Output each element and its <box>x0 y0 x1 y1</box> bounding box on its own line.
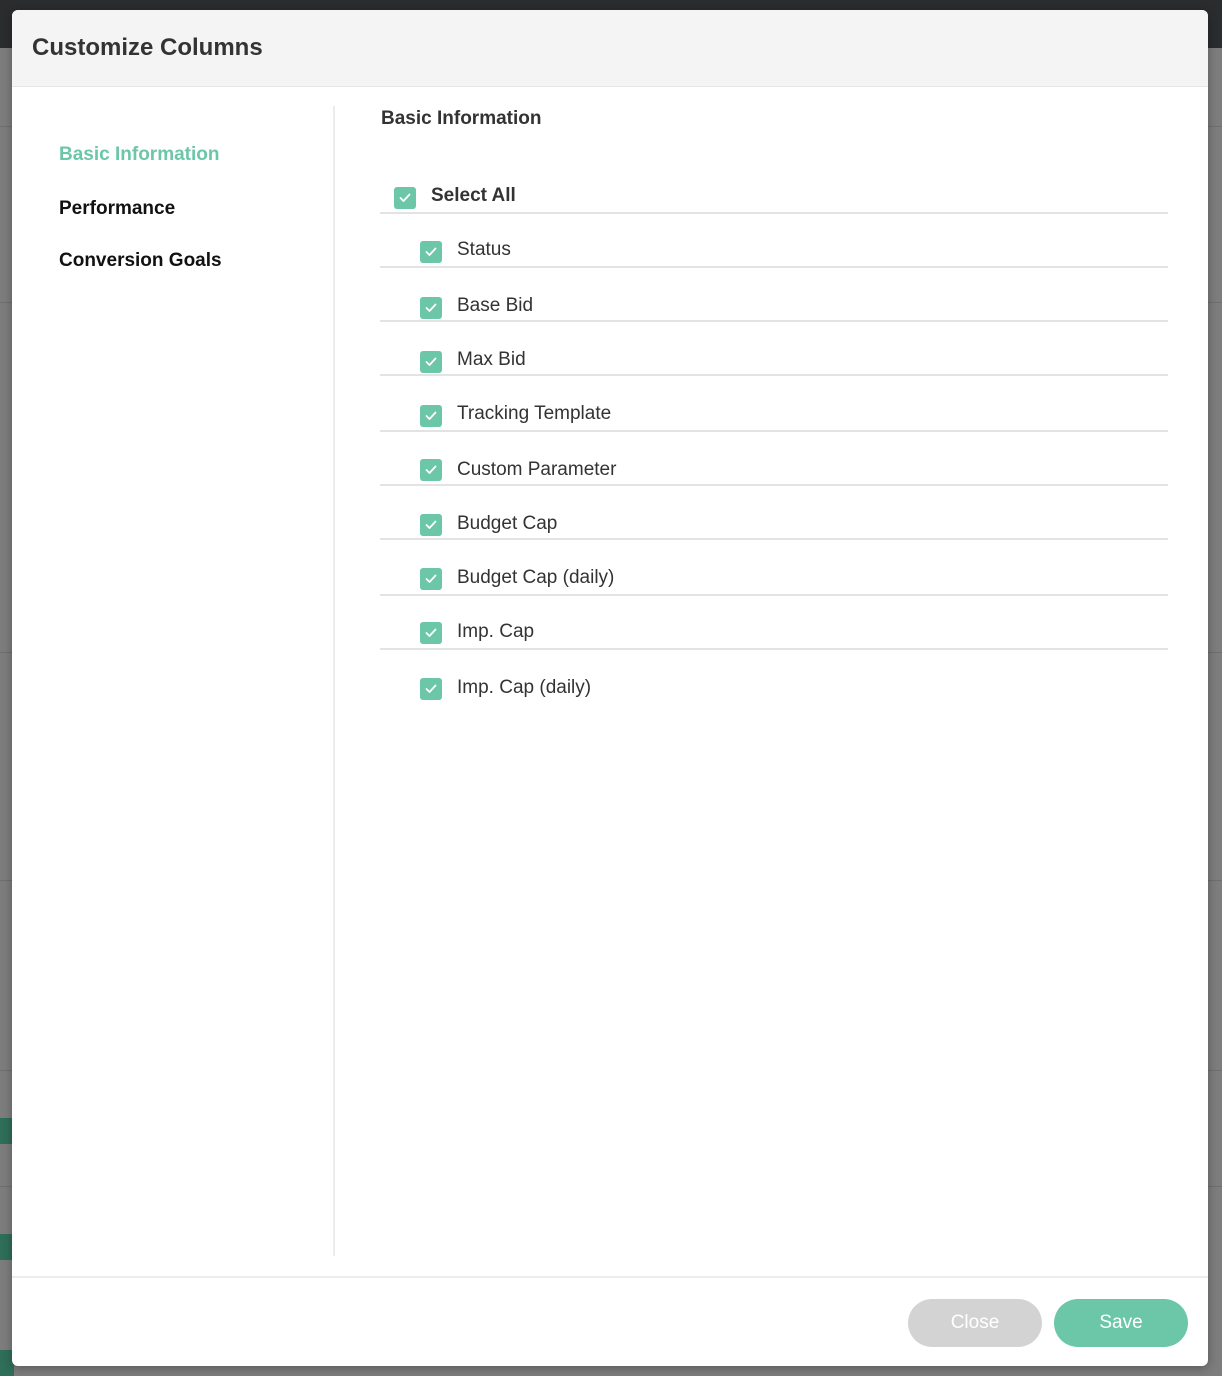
budget-cap-daily-checkbox[interactable] <box>420 568 442 590</box>
column-option-label: Tracking Template <box>457 403 612 424</box>
category-sidebar: Basic Information Performance Conversion… <box>12 106 335 1256</box>
status-checkbox[interactable] <box>420 241 442 263</box>
base-bid-checkbox[interactable] <box>420 297 442 319</box>
modal-title: Customize Columns <box>32 34 263 61</box>
save-button[interactable]: Save <box>1054 1299 1188 1347</box>
check-icon <box>399 193 411 202</box>
check-icon <box>425 684 437 693</box>
imp-cap-daily-checkbox[interactable] <box>420 678 442 700</box>
check-icon <box>425 303 437 312</box>
check-icon <box>425 574 437 583</box>
check-icon <box>425 628 437 637</box>
customize-columns-modal: Customize Columns Basic Information Perf… <box>12 10 1208 1366</box>
sidebar-item-conversion-goals[interactable]: Conversion Goals <box>59 250 222 272</box>
column-option-label: Imp. Cap <box>457 621 535 642</box>
column-option-label: Status <box>457 239 511 260</box>
column-option-budget-cap[interactable]: Budget Cap <box>380 484 1168 540</box>
column-option-label: Base Bid <box>457 295 534 316</box>
select-all-checkbox[interactable] <box>394 187 416 209</box>
column-option-budget-cap-daily[interactable]: Budget Cap (daily) <box>380 540 1168 596</box>
check-icon <box>425 357 437 366</box>
select-all-label: Select All <box>431 185 516 206</box>
sidebar-item-basic-information[interactable]: Basic Information <box>59 144 219 166</box>
modal-footer: Close Save <box>12 1276 1208 1366</box>
column-option-label: Max Bid <box>457 349 526 370</box>
column-option-base-bid[interactable]: Base Bid <box>380 266 1168 322</box>
check-icon <box>425 411 437 420</box>
budget-cap-checkbox[interactable] <box>420 514 442 536</box>
close-button[interactable]: Close <box>908 1299 1042 1347</box>
column-option-label: Imp. Cap (daily) <box>457 677 592 698</box>
modal-header: Customize Columns <box>12 10 1208 87</box>
column-option-status[interactable]: Status <box>380 212 1168 268</box>
column-option-tracking-template[interactable]: Tracking Template <box>380 376 1168 432</box>
column-option-label: Budget Cap <box>457 513 558 534</box>
check-icon <box>425 520 437 529</box>
sidebar-item-performance[interactable]: Performance <box>59 198 175 220</box>
check-icon <box>425 465 437 474</box>
column-option-imp-cap[interactable]: Imp. Cap <box>380 594 1168 650</box>
column-option-custom-parameter[interactable]: Custom Parameter <box>380 430 1168 486</box>
max-bid-checkbox[interactable] <box>420 351 442 373</box>
column-option-label: Budget Cap (daily) <box>457 567 615 588</box>
custom-parameter-checkbox[interactable] <box>420 459 442 481</box>
column-option-imp-cap-daily[interactable]: Imp. Cap (daily) <box>380 648 1168 702</box>
check-icon <box>425 247 437 256</box>
tracking-template-checkbox[interactable] <box>420 405 442 427</box>
section-title: Basic Information <box>381 108 542 129</box>
imp-cap-checkbox[interactable] <box>420 622 442 644</box>
column-option-max-bid[interactable]: Max Bid <box>380 320 1168 376</box>
select-all-row[interactable]: Select All <box>380 158 1168 214</box>
column-option-label: Custom Parameter <box>457 459 617 480</box>
